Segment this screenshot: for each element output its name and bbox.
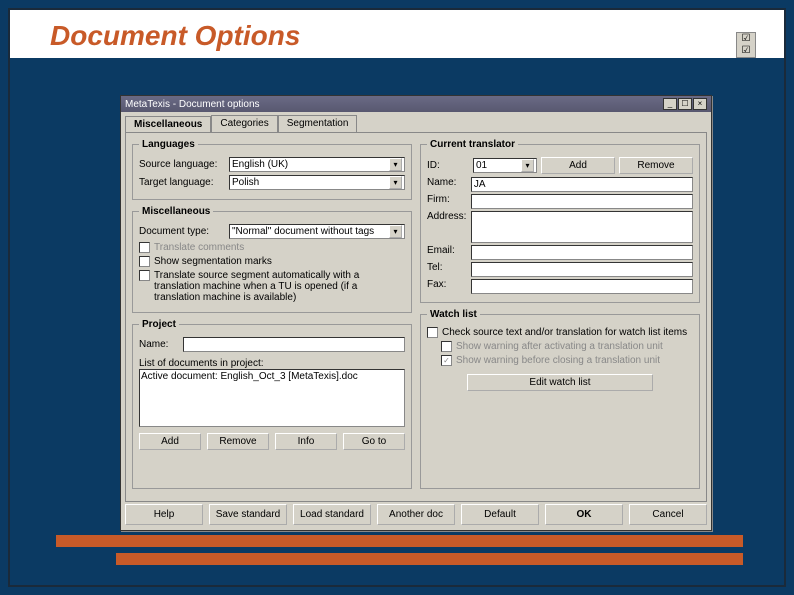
list-item[interactable]: Active document: English_Oct_3 [MetaTexi… bbox=[141, 371, 403, 382]
document-type-label: Document type: bbox=[139, 226, 225, 237]
minimize-button[interactable]: _ bbox=[663, 98, 677, 110]
languages-legend: Languages bbox=[139, 139, 198, 150]
dialog-title: MetaTexis - Document options bbox=[125, 99, 260, 110]
maximize-button[interactable]: ☐ bbox=[678, 98, 692, 110]
close-button[interactable]: × bbox=[693, 98, 707, 110]
target-language-value: Polish bbox=[232, 177, 259, 188]
translator-address-input[interactable] bbox=[471, 211, 693, 243]
tab-miscellaneous[interactable]: Miscellaneous bbox=[125, 116, 211, 133]
source-language-label: Source language: bbox=[139, 159, 225, 170]
slide-corner-indicator: ☑ ☑ bbox=[736, 32, 756, 58]
check-icon: ☑ bbox=[737, 45, 755, 57]
source-language-value: English (UK) bbox=[232, 159, 288, 170]
source-language-select[interactable]: English (UK) ▾ bbox=[229, 157, 405, 172]
dialog-footer: Help Save standard Load standard Another… bbox=[125, 504, 707, 525]
translate-comments-label: Translate comments bbox=[154, 242, 405, 253]
page-title: Document Options bbox=[10, 10, 784, 58]
document-type-value: "Normal" document without tags bbox=[232, 226, 374, 237]
target-language-label: Target language: bbox=[139, 177, 225, 188]
translator-fax-input[interactable] bbox=[471, 279, 693, 294]
default-button[interactable]: Default bbox=[461, 504, 539, 525]
translate-auto-checkbox[interactable] bbox=[139, 270, 150, 281]
project-legend: Project bbox=[139, 319, 179, 330]
translator-group: Current translator ID: 01 ▾ Add Remove N… bbox=[420, 139, 700, 303]
translator-fax-label: Fax: bbox=[427, 279, 467, 290]
tabs: Miscellaneous Categories Segmentation bbox=[121, 112, 711, 132]
translator-address-label: Address: bbox=[427, 211, 467, 222]
watchlist-group: Watch list Check source text and/or tran… bbox=[420, 309, 700, 489]
translator-add-button[interactable]: Add bbox=[541, 157, 615, 174]
watchlist-warn-after-label: Show warning after activating a translat… bbox=[456, 341, 693, 352]
translate-comments-checkbox[interactable] bbox=[139, 242, 150, 253]
help-button[interactable]: Help bbox=[125, 504, 203, 525]
watchlist-warn-before-checkbox[interactable]: ✓ bbox=[441, 355, 452, 366]
translator-firm-label: Firm: bbox=[427, 194, 467, 205]
decorative-bars bbox=[56, 535, 772, 565]
project-group: Project Name: List of documents in proje… bbox=[132, 319, 412, 489]
translator-name-input[interactable] bbox=[471, 177, 693, 192]
project-goto-button[interactable]: Go to bbox=[343, 433, 405, 450]
translator-email-input[interactable] bbox=[471, 245, 693, 260]
project-remove-button[interactable]: Remove bbox=[207, 433, 269, 450]
translator-tel-label: Tel: bbox=[427, 262, 467, 273]
chevron-down-icon[interactable]: ▾ bbox=[389, 158, 402, 171]
tab-pane: Languages Source language: English (UK) … bbox=[125, 132, 707, 502]
translate-auto-label: Translate source segment automatically w… bbox=[154, 270, 405, 303]
project-add-button[interactable]: Add bbox=[139, 433, 201, 450]
translator-tel-input[interactable] bbox=[471, 262, 693, 277]
languages-group: Languages Source language: English (UK) … bbox=[132, 139, 412, 200]
cancel-button[interactable]: Cancel bbox=[629, 504, 707, 525]
translator-remove-button[interactable]: Remove bbox=[619, 157, 693, 174]
target-language-select[interactable]: Polish ▾ bbox=[229, 175, 405, 190]
load-standard-button[interactable]: Load standard bbox=[293, 504, 371, 525]
translator-legend: Current translator bbox=[427, 139, 518, 150]
watchlist-check-source-checkbox[interactable] bbox=[427, 327, 438, 338]
tab-segmentation[interactable]: Segmentation bbox=[278, 115, 358, 132]
chevron-down-icon[interactable]: ▾ bbox=[389, 225, 402, 238]
translator-id-select[interactable]: 01 ▾ bbox=[473, 158, 537, 173]
project-list-label: List of documents in project: bbox=[139, 358, 405, 369]
translator-name-label: Name: bbox=[427, 177, 467, 188]
miscellaneous-group: Miscellaneous Document type: "Normal" do… bbox=[132, 206, 412, 313]
edit-watchlist-button[interactable]: Edit watch list bbox=[467, 374, 653, 391]
translator-id-value: 01 bbox=[476, 160, 487, 171]
dialog-titlebar[interactable]: MetaTexis - Document options _ ☐ × bbox=[121, 96, 711, 112]
translator-id-label: ID: bbox=[427, 160, 469, 171]
project-name-input[interactable] bbox=[183, 337, 405, 352]
project-name-label: Name: bbox=[139, 339, 179, 350]
ok-button[interactable]: OK bbox=[545, 504, 623, 525]
translator-firm-input[interactable] bbox=[471, 194, 693, 209]
miscellaneous-legend: Miscellaneous bbox=[139, 206, 213, 217]
tab-categories[interactable]: Categories bbox=[211, 115, 277, 132]
save-standard-button[interactable]: Save standard bbox=[209, 504, 287, 525]
watchlist-warn-after-checkbox[interactable] bbox=[441, 341, 452, 352]
project-documents-list[interactable]: Active document: English_Oct_3 [MetaTexi… bbox=[139, 369, 405, 427]
watchlist-check-source-label: Check source text and/or translation for… bbox=[442, 327, 693, 338]
watchlist-warn-before-label: Show warning before closing a translatio… bbox=[456, 355, 693, 366]
another-doc-button[interactable]: Another doc bbox=[377, 504, 455, 525]
check-icon: ☑ bbox=[737, 33, 755, 45]
document-type-select[interactable]: "Normal" document without tags ▾ bbox=[229, 224, 405, 239]
project-info-button[interactable]: Info bbox=[275, 433, 337, 450]
chevron-down-icon[interactable]: ▾ bbox=[521, 159, 534, 172]
show-segmentation-label: Show segmentation marks bbox=[154, 256, 405, 267]
show-segmentation-checkbox[interactable] bbox=[139, 256, 150, 267]
document-options-dialog: MetaTexis - Document options _ ☐ × Misce… bbox=[120, 95, 712, 531]
watchlist-legend: Watch list bbox=[427, 309, 480, 320]
translator-email-label: Email: bbox=[427, 245, 467, 256]
chevron-down-icon[interactable]: ▾ bbox=[389, 176, 402, 189]
